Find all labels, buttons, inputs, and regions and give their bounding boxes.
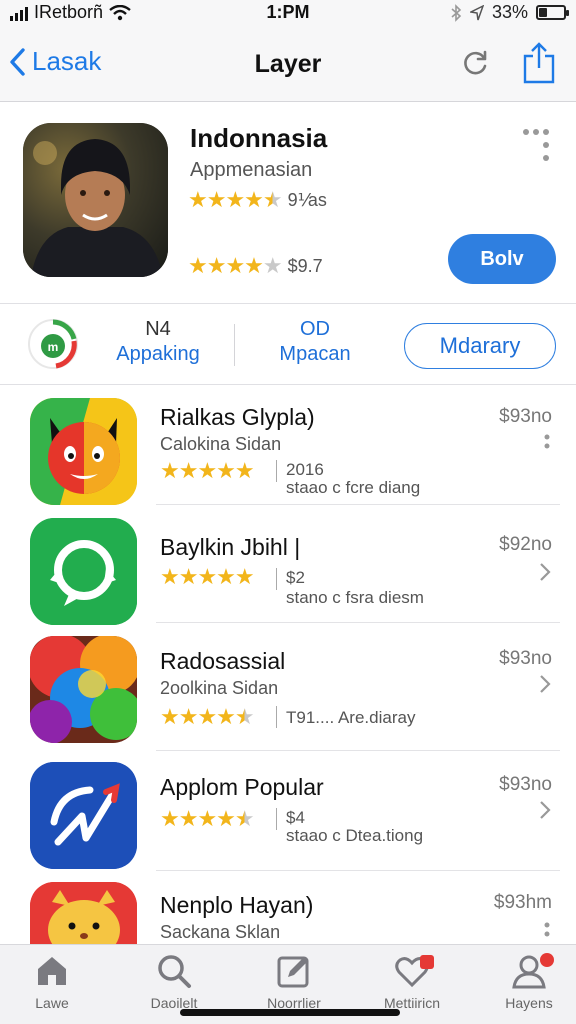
stat-1-label: Appaking (116, 343, 200, 365)
more-options-icon[interactable] (520, 127, 556, 167)
app-name: Baylkin Jbihl | (160, 534, 301, 560)
notification-badge (540, 953, 554, 967)
meta-divider (276, 706, 277, 728)
tab-label: Lawe (35, 995, 69, 1011)
notification-badge (420, 955, 434, 969)
tab-label: Hayens (505, 995, 553, 1011)
featured-stars-1: ★★★★★ (188, 187, 283, 212)
app-stars: ★★★★★ (160, 458, 255, 483)
share-icon[interactable] (522, 42, 556, 84)
tab-profile[interactable]: Hayens (474, 953, 576, 1011)
app-name: Radosassial (160, 648, 286, 674)
list-item[interactable]: Applom Popular ★★★★★ $4 staao c Dtea.tio… (0, 752, 576, 872)
featured-app-subtitle: Appmenasian (190, 159, 313, 181)
row-separator (156, 622, 560, 623)
details-button[interactable]: Mdarary (404, 323, 556, 369)
app-name: Rialkas Glypla) (160, 404, 315, 430)
stats-divider (234, 324, 235, 366)
stat-1: N4 Appaking (100, 318, 216, 366)
stat-2-value: OD (300, 318, 330, 340)
stat-1-value: N4 (145, 318, 171, 340)
color-swirl-icon (30, 636, 137, 743)
row-separator (156, 870, 560, 871)
chevron-right-icon[interactable] (538, 800, 552, 820)
featured-app-icon[interactable] (23, 123, 168, 277)
tab-search[interactable]: Daoilelt (119, 953, 229, 1011)
portrait-photo (23, 123, 168, 277)
app-store-screen: IRetborñ 1:PM 33% Lasak Layer Indonnasia… (0, 0, 576, 1024)
app-subtitle: 2oolkina Sidan (160, 678, 279, 698)
cat-face-icon (30, 882, 137, 952)
battery-fill (539, 8, 547, 17)
location-icon (469, 4, 484, 20)
battery-percent: 33% (491, 2, 528, 22)
stat-2-label: Mpacan (279, 343, 351, 365)
meta-divider (276, 568, 277, 590)
row-separator (156, 750, 560, 751)
app-stars: ★★★★★ (160, 806, 255, 831)
chat-bubble-icon (30, 518, 137, 625)
arrow-logo-icon (30, 762, 137, 869)
stats-row: m N4 Appaking OD Mpacan Mdarary (0, 303, 576, 385)
search-icon (158, 955, 191, 988)
app-price: $93no (499, 648, 552, 669)
edit-icon (277, 956, 309, 988)
chevron-right-icon[interactable] (538, 562, 552, 582)
home-icon (38, 957, 66, 985)
app-meta-2: stano c fsra diesm (286, 588, 424, 607)
tab-favorites[interactable]: Mettiiricn (357, 953, 467, 1011)
more-options-icon[interactable] (544, 434, 550, 454)
app-price: $93no (499, 774, 552, 795)
app-meta-1: 2016 (286, 460, 324, 479)
app-price: $93no (499, 406, 552, 427)
navigation-bar: Lasak Layer (0, 26, 576, 102)
featured-stars-2: ★★★★★ (188, 253, 283, 278)
featured-rating-row-2: ★★★★★ $9.7 (188, 253, 323, 279)
meta-divider (276, 460, 277, 482)
featured-app-name: Indonnasia (190, 123, 328, 153)
home-indicator[interactable] (180, 1009, 400, 1016)
refresh-icon[interactable] (460, 48, 490, 78)
list-item[interactable]: Radosassial 2oolkina Sidan ★★★★★ T91....… (0, 626, 576, 751)
tab-edit[interactable]: Noorrlier (239, 953, 349, 1011)
app-name: Nenplo Hayan) (160, 892, 314, 918)
tab-home[interactable]: Lawe (0, 953, 107, 1011)
app-price: $93hm (493, 892, 552, 913)
app-meta-2: staao c Dtea.tiong (286, 826, 424, 845)
status-bar: IRetborñ 1:PM 33% (0, 0, 576, 26)
app-meta-2: staao c fcre diang (286, 478, 421, 497)
more-options-icon[interactable] (544, 922, 550, 942)
app-subtitle: Sackana Sklan (160, 922, 281, 942)
bluetooth-icon (451, 3, 462, 22)
svg-text:m: m (48, 340, 59, 354)
featured-rating-meta-1: 9⅟as (287, 189, 327, 210)
app-meta-1: T91.... Are.diaray (286, 708, 416, 727)
app-subtitle: Calokina Sidan (160, 434, 282, 454)
featured-app: Indonnasia Appmenasian ★★★★★ 9⅟as ★★★★★ … (0, 103, 576, 303)
battery-icon (536, 5, 569, 20)
app-stars: ★★★★★ (160, 704, 255, 729)
status-right: 33% (450, 2, 569, 23)
featured-rating-meta-2: $9.7 (287, 255, 323, 276)
list-item[interactable]: Rialkas Glypla) Calokina Sidan ★★★★★ 201… (0, 386, 576, 506)
stat-2: OD Mpacan (262, 318, 368, 366)
chevron-right-icon[interactable] (538, 674, 552, 694)
meta-divider (276, 808, 277, 830)
list-item[interactable]: Baylkin Jbihl | ★★★★★ $2 stano c fsra di… (0, 506, 576, 626)
app-price: $92no (499, 534, 552, 555)
app-stars: ★★★★★ (160, 564, 255, 589)
featured-rating-row-1: ★★★★★ 9⅟as (188, 187, 327, 213)
cat-mask-icon (30, 398, 137, 505)
app-meta-1: $4 (286, 808, 305, 827)
row-separator (156, 504, 560, 505)
buy-button[interactable]: Bolv (448, 234, 556, 284)
app-badge-icon: m (28, 319, 78, 369)
app-meta-1: $2 (286, 568, 305, 587)
app-name: Applom Popular (160, 774, 324, 800)
